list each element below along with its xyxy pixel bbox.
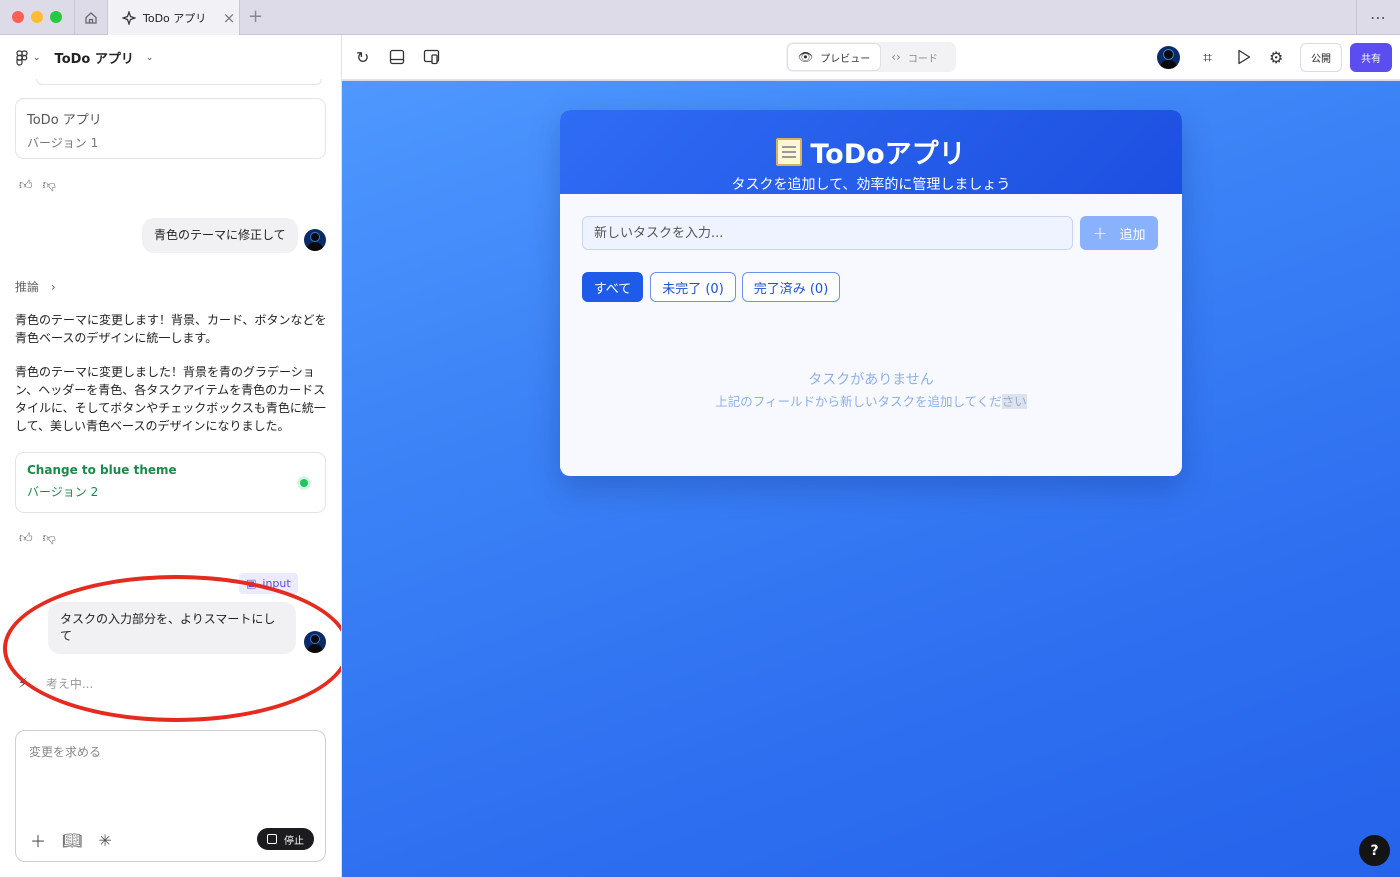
window-titlebar: ToDo アプリ × + ⋯ (0, 0, 1400, 35)
reasoning-label: 推論 (15, 280, 40, 294)
thinking-icon: ⚡ (18, 675, 28, 692)
element-reference-chip[interactable]: ▣ input (239, 573, 298, 594)
reasoning-toggle[interactable]: 推論 › (15, 278, 56, 295)
home-icon (85, 11, 97, 24)
user-avatar[interactable] (1157, 46, 1180, 69)
add-task-label: 追加 (1119, 227, 1146, 243)
version-card-version: バージョン 2 (27, 485, 99, 499)
view-mode-toggle: 👁︎ プレビュー ‹› コード (786, 42, 956, 72)
project-chevron-down-icon[interactable]: ⌄ (146, 53, 154, 63)
todo-app-subtitle: タスクを追加して、効率的に管理しましょう (731, 177, 1011, 193)
stop-label: 停止 (284, 835, 304, 847)
version-card-version: バージョン 1 (27, 136, 99, 150)
eye-icon: 👁︎ (798, 50, 814, 64)
project-header: ⌄ ToDo アプリ ⌄ (0, 35, 341, 80)
preview-tab[interactable]: 👁︎ プレビュー (787, 43, 882, 71)
chat-composer: ＋ 📖︎ ✳ 停止 (15, 730, 326, 862)
empty-state-text: 上記のフィールドから新しいタスクを追加してくだ (715, 394, 1002, 409)
version-card-1[interactable]: ToDo アプリ バージョン 1 (15, 98, 326, 159)
version-card-title: Change to blue theme (27, 463, 177, 477)
composer-tools: ＋ 📖︎ ✳ (30, 828, 112, 852)
panel-bottom-icon[interactable] (389, 49, 405, 65)
add-task-button[interactable]: + 追加 (1080, 216, 1158, 250)
feedback-row-2: 👍︎ 👎︎ (19, 531, 56, 546)
thumbs-up-icon[interactable]: 👍︎ (19, 531, 33, 546)
help-button[interactable]: ? (1359, 835, 1390, 866)
active-status-dot (300, 479, 308, 487)
empty-state-subtitle: 上記のフィールドから新しいタスクを追加してください (560, 391, 1182, 410)
new-task-input[interactable] (582, 216, 1073, 250)
figma-logo-icon[interactable] (16, 49, 28, 66)
thinking-indicator: ⚡ 考え中... (18, 675, 93, 692)
user-avatar (304, 631, 326, 653)
selected-text: さい (1001, 394, 1027, 409)
filter-completed[interactable]: 完了済み (0) (742, 272, 840, 302)
maximize-window-button[interactable] (50, 11, 62, 23)
close-window-button[interactable] (12, 11, 24, 23)
feedback-row-1: 👍︎ 👎︎ (19, 178, 56, 193)
home-button[interactable] (74, 0, 108, 35)
select-area-icon[interactable]: ⌗ (1203, 48, 1212, 68)
todo-app-card: ToDoアプリ タスクを追加して、効率的に管理しましょう + 追加 すべて 未完… (560, 110, 1182, 476)
previous-card-edge (36, 79, 322, 85)
empty-state-title: タスクがありません (808, 372, 934, 388)
version-card-2[interactable]: Change to blue theme バージョン 2 (15, 452, 326, 513)
app-preview: ToDoアプリ タスクを追加して、効率的に管理しましょう + 追加 すべて 未完… (342, 81, 1400, 877)
tab-todo-app[interactable]: ToDo アプリ × (108, 0, 240, 35)
share-button[interactable]: 共有 (1350, 43, 1392, 72)
todo-app-header: ToDoアプリ タスクを追加して、効率的に管理しましょう (560, 110, 1182, 194)
todo-app-title-row: ToDoアプリ (560, 132, 1182, 171)
play-icon[interactable] (1237, 49, 1251, 65)
preview-label: プレビュー (820, 53, 871, 65)
stop-icon (267, 834, 277, 844)
user-message-1: 青色のテーマに修正して (142, 218, 298, 253)
project-title[interactable]: ToDo アプリ (55, 48, 134, 67)
refresh-icon[interactable]: ↻ (356, 48, 369, 67)
thinking-label: 考え中... (45, 677, 94, 691)
responsive-view-icon[interactable] (423, 49, 440, 65)
code-label: コード (907, 53, 938, 65)
thumbs-down-icon[interactable]: 👎︎ (43, 531, 56, 546)
window-more-icon[interactable]: ⋯ (1356, 0, 1400, 35)
memo-icon (776, 137, 803, 166)
tab-close-icon[interactable]: × (219, 9, 239, 27)
code-tab[interactable]: ‹› コード (881, 50, 948, 65)
select-element-icon[interactable]: ✳ (98, 831, 111, 850)
top-toolbar: ↻ 👁︎ プレビュー ‹› コード ⌗ ⚙ 公開 共有 (342, 35, 1400, 80)
tab-title: ToDo アプリ (143, 11, 207, 25)
filter-all[interactable]: すべて (582, 272, 643, 302)
todo-app-title: ToDoアプリ (810, 139, 966, 170)
user-message-2: タスクの入力部分を、よりスマートにして (48, 602, 296, 654)
chat-input[interactable] (29, 743, 314, 813)
plus-icon: + (1092, 222, 1108, 244)
code-icon: ‹› (891, 50, 901, 64)
filter-incomplete[interactable]: 未完了 (0) (650, 272, 736, 302)
thumbs-up-icon[interactable]: 👍︎ (19, 178, 33, 193)
app-logo-icon (122, 10, 136, 25)
publish-button[interactable]: 公開 (1300, 43, 1342, 72)
thumbs-down-icon[interactable]: 👎︎ (43, 178, 56, 193)
add-attachment-icon[interactable]: ＋ (30, 828, 46, 852)
version-card-title: ToDo アプリ (27, 113, 102, 128)
book-icon[interactable]: 📖︎ (62, 831, 82, 850)
assistant-message-2: 青色のテーマに変更しました！背景を青のグラデーション、ヘッダーを青色、各タスクア… (15, 365, 326, 433)
new-tab-button[interactable]: + (248, 6, 263, 27)
chevron-down-icon[interactable]: ⌄ (33, 53, 41, 63)
frame-icon: ▣ (246, 577, 257, 590)
user-avatar (304, 229, 326, 251)
element-reference-label: input (262, 577, 291, 590)
settings-gear-icon[interactable]: ⚙ (1269, 48, 1283, 67)
stop-button[interactable]: 停止 (257, 828, 314, 850)
chat-sidebar: ⌄ ToDo アプリ ⌄ ToDo アプリ バージョン 1 👍︎ 👎︎ 青色のテ… (0, 35, 342, 877)
chevron-right-icon: › (50, 280, 56, 294)
assistant-message-1: 青色のテーマに変更します！背景、カード、ボタンなどを青色ベースのデザインに統一し… (15, 313, 327, 345)
minimize-window-button[interactable] (31, 11, 43, 23)
